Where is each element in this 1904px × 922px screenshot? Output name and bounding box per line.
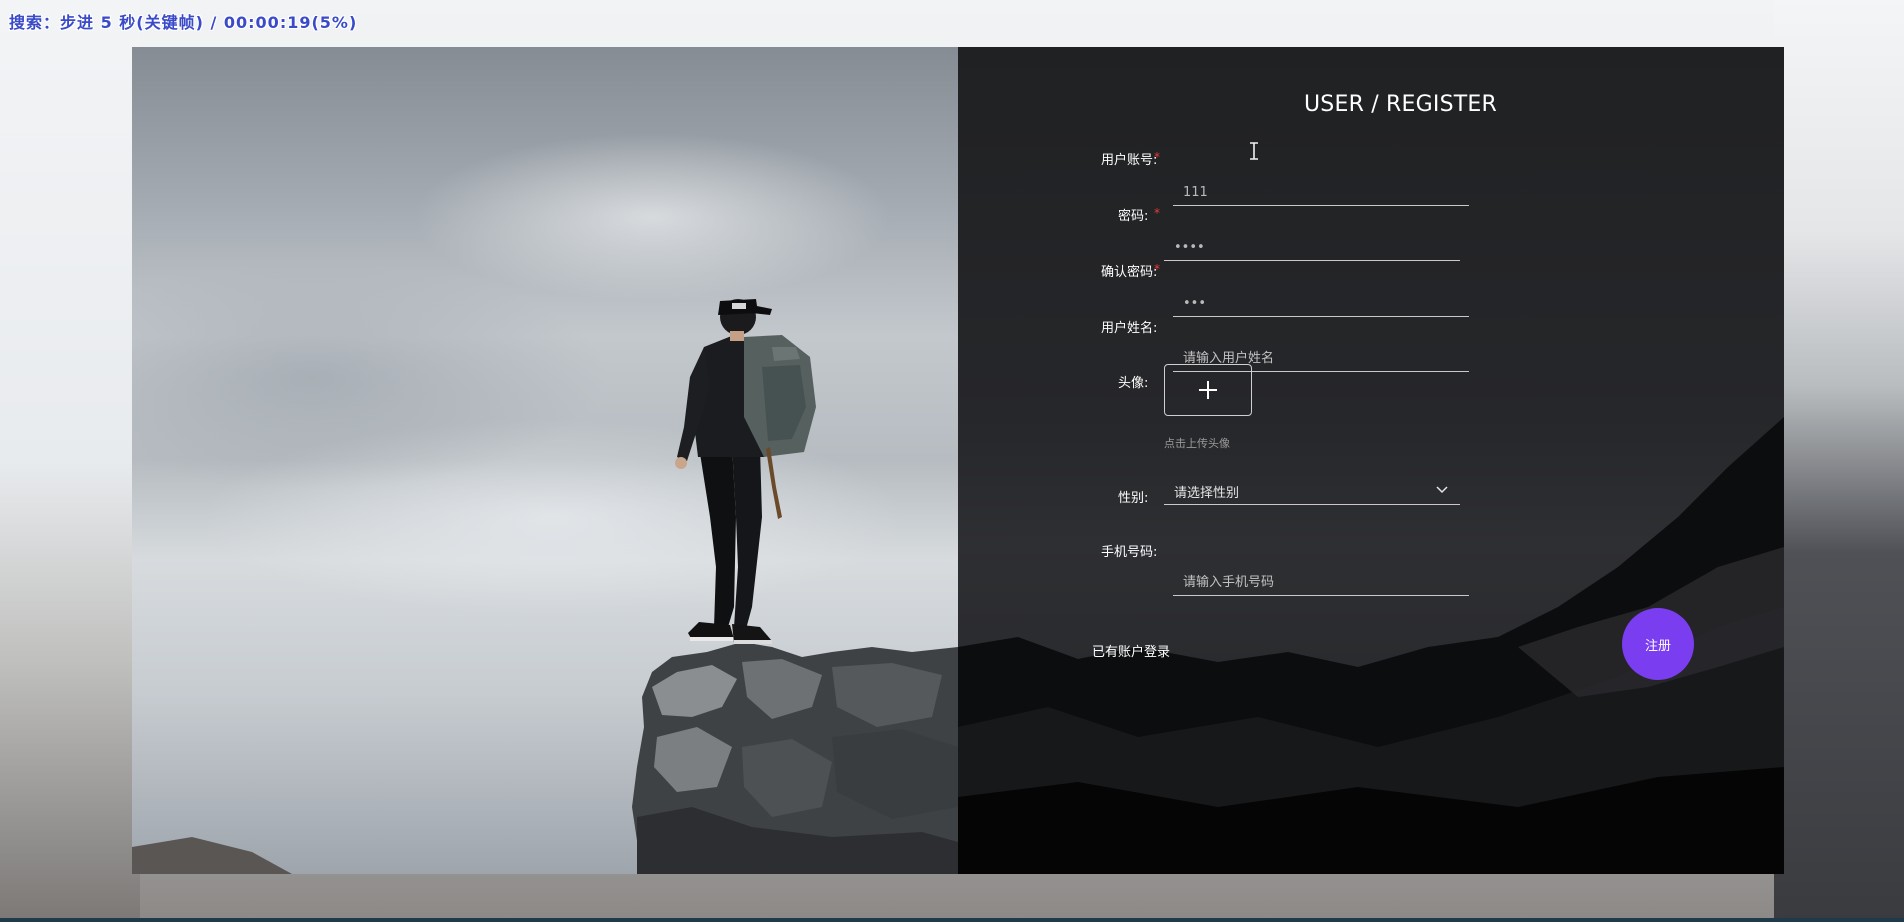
register-panel: USER / REGISTER 用户账号: * 密码: * 确认密码: * 用户… xyxy=(958,47,1784,874)
existing-account-login-link[interactable]: 已有账户登录 xyxy=(1092,641,1170,660)
dark-rock-background xyxy=(958,417,1784,874)
taskbar-strip xyxy=(0,918,1904,922)
form-title: USER / REGISTER xyxy=(1304,92,1497,117)
plus-icon xyxy=(1199,381,1217,399)
register-card: USER / REGISTER 用户账号: * 密码: * 确认密码: * 用户… xyxy=(132,47,1784,874)
avatar-label: 头像: xyxy=(1118,376,1149,391)
confirm-password-label: 确认密码: xyxy=(1101,265,1158,280)
background-blur-right xyxy=(1774,0,1904,922)
register-button[interactable]: 注册 xyxy=(1622,608,1694,680)
account-input[interactable] xyxy=(1173,180,1469,206)
password-input[interactable] xyxy=(1164,235,1460,261)
chevron-down-icon xyxy=(1436,486,1448,494)
phone-input[interactable] xyxy=(1173,570,1469,596)
required-mark: * xyxy=(1154,262,1160,276)
username-label: 用户姓名: xyxy=(1101,321,1158,336)
gender-select[interactable]: 请选择性别 xyxy=(1164,478,1460,505)
hero-photo xyxy=(132,47,958,874)
text-cursor-icon xyxy=(1250,142,1258,160)
phone-label: 手机号码: xyxy=(1101,545,1158,560)
required-mark: * xyxy=(1154,150,1160,164)
account-label: 用户账号: xyxy=(1101,153,1158,168)
required-mark: * xyxy=(1154,206,1160,220)
password-label: 密码: xyxy=(1118,209,1149,224)
hiker-on-cliff-illustration xyxy=(132,299,958,874)
confirm-password-input[interactable] xyxy=(1173,291,1469,317)
background-blur-left xyxy=(0,0,140,922)
gender-select-value: 请选择性别 xyxy=(1174,486,1240,501)
gender-label: 性别: xyxy=(1118,491,1149,506)
avatar-upload-button[interactable] xyxy=(1164,364,1252,416)
avatar-upload-hint: 点击上传头像 xyxy=(1164,437,1230,450)
player-status-text: 搜索：步进 5 秒(关键帧) / 00:00:19(5%) xyxy=(9,13,358,32)
